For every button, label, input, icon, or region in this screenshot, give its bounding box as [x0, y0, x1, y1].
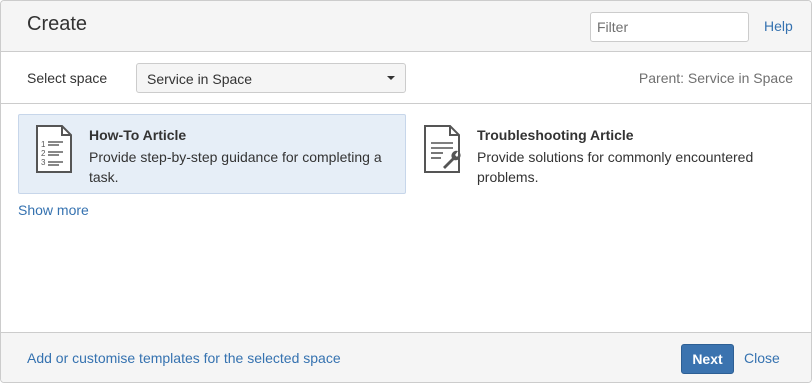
- customise-templates-link[interactable]: Add or customise templates for the selec…: [27, 350, 341, 366]
- dialog-footer: Add or customise templates for the selec…: [1, 332, 811, 382]
- filter-input[interactable]: [590, 12, 749, 42]
- select-space-label: Select space: [27, 70, 108, 86]
- next-button[interactable]: Next: [681, 344, 734, 374]
- close-link[interactable]: Close: [744, 350, 780, 366]
- parent-page-text: Parent: Service in Space: [638, 70, 793, 86]
- svg-text:3: 3: [41, 158, 46, 167]
- space-selector-row: Select space Service in Space Parent: Se…: [1, 52, 811, 104]
- dropdown-arrow-icon: [387, 76, 395, 80]
- template-description: Provide solutions for commonly encounter…: [477, 149, 754, 185]
- svg-text:1: 1: [41, 140, 46, 149]
- dialog-title: Create: [27, 13, 88, 35]
- space-select-value: Service in Space: [147, 71, 253, 87]
- template-name: How-To Article: [89, 127, 187, 143]
- show-more-link[interactable]: Show more: [18, 202, 89, 218]
- dialog-header: Create Help: [1, 1, 811, 52]
- space-select-dropdown[interactable]: Service in Space: [136, 63, 406, 93]
- wrench-document-icon: [424, 125, 461, 173]
- svg-text:2: 2: [41, 149, 46, 158]
- numbered-list-document-icon: 1 2 3: [36, 125, 72, 173]
- template-name: Troubleshooting Article: [477, 127, 634, 143]
- create-dialog: Create Help Select space Service in Spac…: [0, 0, 812, 383]
- template-description: Provide step-by-step guidance for comple…: [89, 149, 382, 185]
- template-how-to-article[interactable]: 1 2 3 How-To Article Provide step-by-ste…: [18, 114, 406, 194]
- template-troubleshooting-article[interactable]: Troubleshooting Article Provide solution…: [406, 114, 794, 194]
- help-link[interactable]: Help: [764, 18, 793, 34]
